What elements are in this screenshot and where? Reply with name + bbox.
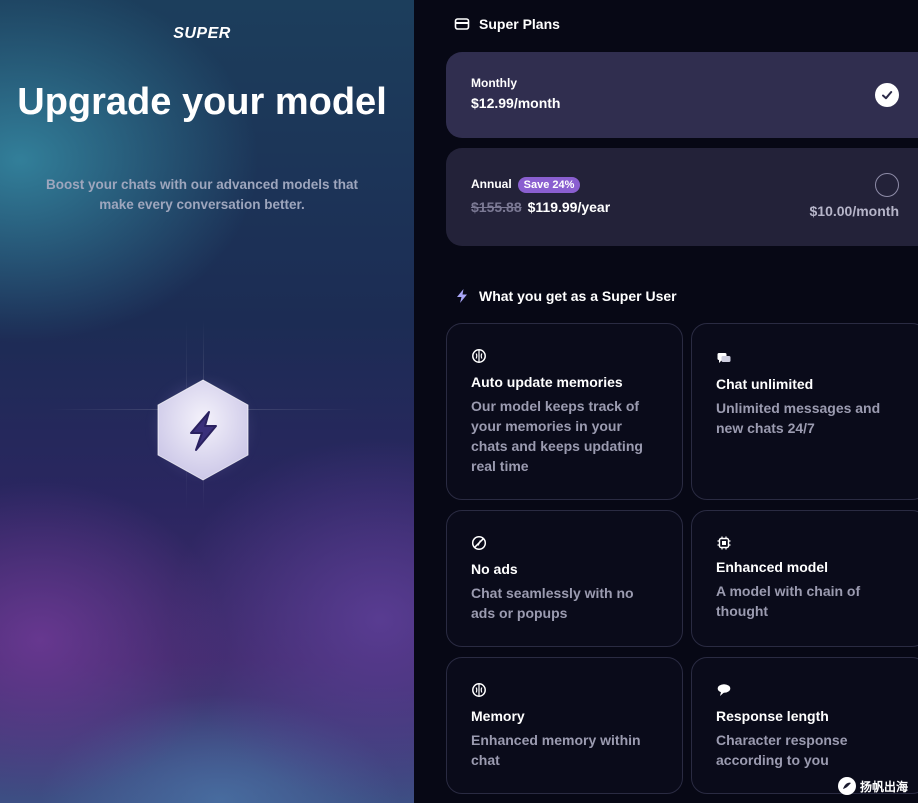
feature-card-memory: Memory Enhanced memory within chat xyxy=(446,657,683,794)
hero-panel: SUPER Upgrade your model Boost your chat… xyxy=(0,0,414,803)
lightning-hexagon-icon xyxy=(140,360,266,496)
feature-description: Our model keeps track of your memories i… xyxy=(471,398,643,474)
feature-card-response-length: Response length Character response accor… xyxy=(691,657,918,794)
brand-logo: SUPER xyxy=(173,25,231,42)
feature-title: Auto update memories xyxy=(471,374,623,390)
brain-icon xyxy=(472,683,486,697)
lightning-icon xyxy=(454,288,470,304)
hero-headline: Upgrade your model xyxy=(17,81,387,123)
card-icon xyxy=(454,16,470,32)
plan-price: $12.99/month xyxy=(471,95,561,111)
hero-subtitle: Boost your chats with our advanced model… xyxy=(45,177,359,212)
plan-annual[interactable]: Annual Save 24% $155.88 $119.99/year $10.0… xyxy=(446,148,918,246)
feature-card-chat-unlimited: Chat unlimited Unlimited messages and ne… xyxy=(691,323,918,500)
plan-price: $155.88 $119.99/year xyxy=(471,199,611,215)
per-month-price: $10.00/month xyxy=(809,203,899,219)
watermark-logo-icon xyxy=(837,777,856,795)
feature-title: Enhanced model xyxy=(716,559,829,575)
speech-bubble-icon xyxy=(717,684,731,696)
features-section-title: What you get as a Super User xyxy=(454,288,677,304)
feature-card-no-ads: No ads Chat seamlessly with no ads or po… xyxy=(446,510,683,647)
feature-title: Memory xyxy=(471,708,525,724)
brain-icon xyxy=(472,349,486,363)
feature-description: Unlimited messages and new chats 24/7 xyxy=(716,400,881,436)
feature-card-auto-update-memories: Auto update memories Our model keeps tra… xyxy=(446,323,683,500)
no-ads-icon xyxy=(471,535,487,551)
feature-description: Enhanced memory within chat xyxy=(471,732,641,768)
save-badge: Save 24% xyxy=(517,177,581,193)
plan-name: Monthly xyxy=(471,76,517,90)
plan-radio[interactable] xyxy=(875,173,899,197)
watermark: 扬帆出海 xyxy=(837,777,908,795)
feature-title: Response length xyxy=(716,708,829,724)
old-price: $155.88 xyxy=(471,199,522,215)
plan-name: Annual Save 24% xyxy=(471,177,581,193)
feature-description: Chat seamlessly with no ads or popups xyxy=(471,585,634,621)
chat-bubbles-icon xyxy=(717,353,731,363)
feature-card-enhanced-model: Enhanced model A model with chain of tho… xyxy=(691,510,918,647)
plans-section-title: Super Plans xyxy=(454,16,560,32)
feature-description: A model with chain of thought xyxy=(716,583,861,619)
selected-check-icon[interactable] xyxy=(875,83,899,107)
plan-monthly[interactable]: Monthly $12.99/month xyxy=(446,52,918,138)
feature-title: Chat unlimited xyxy=(716,376,814,392)
feature-description: Character response according to you xyxy=(716,732,848,768)
cpu-chip-icon xyxy=(717,536,731,550)
plans-panel: Super Plans Monthly $12.99/month Annual S… xyxy=(414,0,918,803)
feature-title: No ads xyxy=(471,561,518,577)
